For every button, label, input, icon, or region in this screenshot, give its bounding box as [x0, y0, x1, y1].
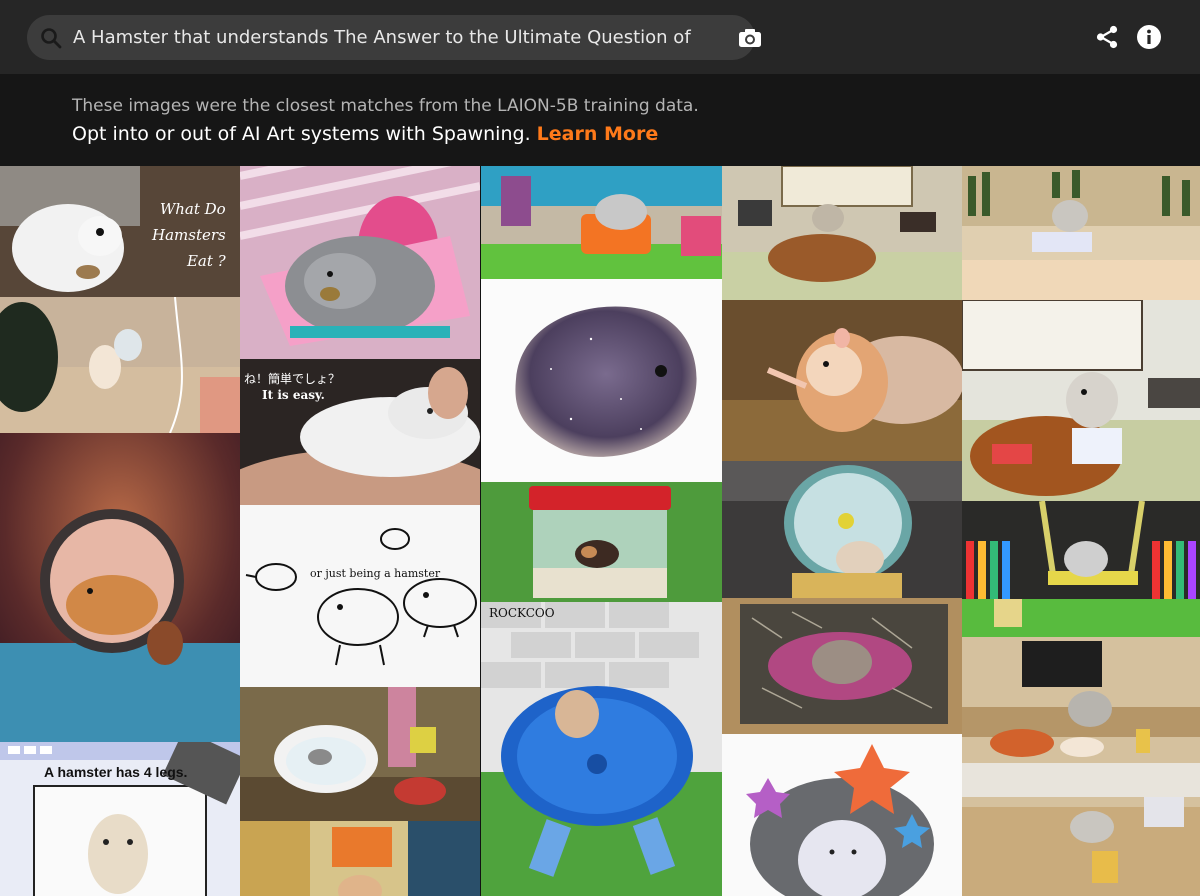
result-image-9[interactable]: or just being a hamster: [240, 505, 480, 687]
hamster-photo: [962, 166, 1200, 300]
tile-caption: ROCKCOO: [489, 606, 555, 620]
tile-caption: A hamster has 4 legs.: [44, 764, 188, 780]
top-bar: A Hamster that understands The Answer to…: [0, 0, 1200, 74]
hamster-photo: [962, 300, 1200, 501]
tile-caption: or just being a hamster: [310, 567, 441, 580]
hamster-photo: [481, 482, 722, 602]
hamster-photo: [240, 166, 480, 359]
result-image-20[interactable]: [962, 300, 1200, 501]
result-image-19[interactable]: [962, 166, 1200, 300]
result-image-2[interactable]: [0, 297, 240, 433]
result-image-10[interactable]: [481, 482, 722, 602]
search-bar[interactable]: A Hamster that understands The Answer to…: [27, 15, 761, 60]
caption-line: It is easy.: [262, 388, 325, 402]
hamster-photo: [0, 297, 240, 433]
hamster-photo: [722, 461, 962, 598]
result-image-12[interactable]: [240, 687, 480, 821]
hamster-photo: [0, 433, 240, 742]
info-icon[interactable]: [1136, 24, 1162, 50]
learn-more-link[interactable]: Learn More: [537, 123, 659, 145]
result-image-17[interactable]: [722, 598, 962, 734]
hamster-photo: [481, 166, 722, 279]
result-image-5[interactable]: [481, 166, 722, 279]
result-image-13[interactable]: [240, 821, 480, 896]
hamster-photo: [240, 687, 480, 821]
tile-caption: What Do Hamsters Eat ?: [152, 196, 226, 274]
caption-line: Hamsters: [152, 226, 226, 244]
result-image-18[interactable]: [722, 734, 962, 896]
result-image-16[interactable]: [722, 461, 962, 598]
result-image-15[interactable]: [722, 300, 962, 461]
search-icon[interactable]: [39, 26, 63, 50]
result-image-14[interactable]: ROCKCOO: [481, 602, 722, 896]
result-image-3[interactable]: [0, 433, 240, 742]
hamster-drawing: [245, 528, 477, 666]
hamster-photo: [962, 501, 1200, 637]
hamster-photo: [722, 300, 962, 461]
result-image-6[interactable]: A hamster has 4 legs.: [0, 742, 240, 896]
caption-line: ね！簡単でしょ？: [244, 372, 341, 386]
result-image-8[interactable]: ね！簡単でしょ？ It is easy.: [240, 359, 480, 505]
caption-line: Eat ?: [186, 252, 226, 270]
result-image-4[interactable]: [240, 166, 480, 359]
tile-caption: ね！簡単でしょ？ It is easy.: [244, 371, 340, 403]
training-data-note: These images were the closest matches fr…: [72, 96, 699, 116]
hamster-galaxy: [515, 306, 697, 457]
result-image-1[interactable]: What Do Hamsters Eat ?: [0, 166, 240, 297]
spawning-note: Opt into or out of AI Art systems with S…: [72, 123, 658, 145]
result-image-7[interactable]: [481, 279, 722, 482]
hamster-photo: [962, 637, 1200, 896]
hamster-illustration: [746, 744, 934, 896]
hamster-photo: [722, 598, 962, 734]
search-input[interactable]: A Hamster that understands The Answer to…: [73, 15, 693, 60]
result-image-22[interactable]: [962, 637, 1200, 896]
result-image-21[interactable]: [962, 501, 1200, 637]
hamster-photo: [722, 166, 962, 300]
camera-icon[interactable]: [737, 26, 763, 50]
share-icon[interactable]: [1094, 24, 1120, 50]
hamster-photo: [240, 821, 480, 896]
caption-line: What Do: [159, 200, 226, 218]
hamster-photo: [481, 602, 722, 896]
result-image-11[interactable]: [722, 166, 962, 300]
spawning-text: Opt into or out of AI Art systems with S…: [72, 123, 531, 145]
info-banner: These images were the closest matches fr…: [0, 74, 1200, 166]
